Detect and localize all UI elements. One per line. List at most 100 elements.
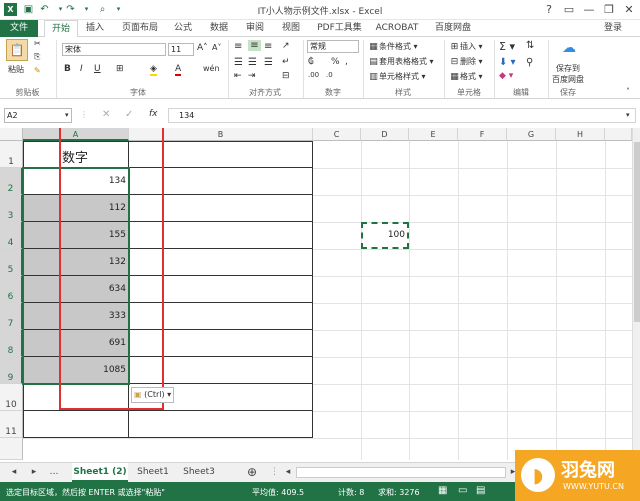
horizontal-scrollbar[interactable]: [296, 467, 506, 478]
decrease-indent-icon[interactable]: ⇤: [234, 71, 242, 81]
tab-view[interactable]: 视图: [276, 20, 306, 37]
row-header-9[interactable]: 9: [0, 357, 23, 384]
orientation-icon[interactable]: ↗: [282, 41, 290, 51]
cell-a3[interactable]: 112: [23, 195, 129, 222]
cell-a2[interactable]: 134: [23, 168, 129, 195]
row-header-1[interactable]: 1: [0, 141, 23, 168]
tab-splitter-icon[interactable]: ⋮: [270, 463, 279, 482]
cell-a6[interactable]: 634: [23, 276, 129, 303]
tab-file[interactable]: 文件: [0, 20, 38, 37]
autosum-icon[interactable]: Σ ▾: [499, 40, 515, 53]
help-button[interactable]: ?: [540, 2, 558, 18]
save-to-baidu-label-1[interactable]: 保存到: [556, 63, 580, 74]
align-right-icon[interactable]: ☰: [264, 57, 273, 68]
row-header-2[interactable]: 2: [0, 168, 23, 195]
number-format-select[interactable]: 常规: [307, 40, 359, 53]
row-header-7[interactable]: 7: [0, 303, 23, 330]
font-size-select[interactable]: 11: [168, 43, 194, 56]
scroll-left-icon[interactable]: ◂: [283, 463, 293, 482]
normal-view-icon[interactable]: ▦: [438, 485, 447, 496]
row-header-5[interactable]: 5: [0, 249, 23, 276]
column-header-b[interactable]: B: [129, 128, 313, 141]
comma-style-icon[interactable]: ,: [345, 57, 348, 67]
page-break-view-icon[interactable]: ▤: [476, 485, 485, 496]
cell-a7[interactable]: 333: [23, 303, 129, 330]
phonetic-icon[interactable]: wén: [203, 64, 220, 73]
restore-button[interactable]: ❐: [600, 2, 618, 18]
merge-center-icon[interactable]: ⊟: [282, 71, 290, 81]
cell-b8[interactable]: [129, 330, 313, 357]
decrease-font-icon[interactable]: A˅: [212, 43, 221, 52]
cell-a4[interactable]: 155: [23, 222, 129, 249]
cell-b2[interactable]: [129, 168, 313, 195]
sheet-tab-1[interactable]: Sheet1: [132, 463, 174, 482]
cell-a9[interactable]: 1085: [23, 357, 129, 384]
tab-pdf-tools[interactable]: PDF工具集: [312, 20, 367, 37]
row-header-3[interactable]: 3: [0, 195, 23, 222]
column-header-h[interactable]: H: [556, 128, 605, 141]
accounting-format-icon[interactable]: ₲: [308, 57, 314, 67]
collapse-ribbon-icon[interactable]: ˄: [626, 87, 630, 96]
cell-d4[interactable]: 100: [361, 222, 409, 249]
name-box-dropdown-icon[interactable]: ▾: [65, 111, 69, 119]
login-link[interactable]: 登录: [598, 20, 628, 37]
cell-b9[interactable]: [129, 357, 313, 384]
cell-a10[interactable]: [23, 384, 129, 411]
cut-icon[interactable]: ✂: [34, 39, 41, 48]
paste-button[interactable]: 粘贴: [8, 64, 24, 75]
cell-styles-button[interactable]: ▥单元格样式 ▾: [368, 71, 425, 83]
cell-b3[interactable]: [129, 195, 313, 222]
column-header-c[interactable]: C: [313, 128, 361, 141]
border-icon[interactable]: ⊞: [116, 64, 124, 74]
tab-home[interactable]: 开始: [44, 20, 78, 38]
fill-color-icon[interactable]: ◈: [150, 64, 157, 76]
underline-icon[interactable]: U: [94, 64, 101, 74]
cell-a1[interactable]: 数字: [23, 141, 129, 168]
more-sheets-icon[interactable]: …: [48, 463, 60, 482]
cell-b7[interactable]: [129, 303, 313, 330]
expand-formula-bar-icon[interactable]: ▾: [626, 111, 630, 119]
increase-indent-icon[interactable]: ⇥: [248, 71, 256, 81]
ribbon-display-options-icon[interactable]: ▭: [560, 2, 578, 18]
cell-b4[interactable]: [129, 222, 313, 249]
format-as-table-button[interactable]: ▤套用表格格式 ▾: [368, 56, 433, 68]
insert-function-button[interactable]: fx: [149, 109, 158, 119]
cell-b11[interactable]: [129, 411, 313, 438]
bold-icon[interactable]: B: [64, 64, 71, 74]
name-box[interactable]: A2: [4, 108, 72, 123]
percent-icon[interactable]: %: [331, 57, 340, 67]
copy-icon[interactable]: ⎘: [34, 52, 40, 62]
tab-acrobat[interactable]: ACROBAT: [372, 20, 422, 37]
font-color-icon[interactable]: A: [175, 64, 182, 76]
column-header-f[interactable]: F: [458, 128, 507, 141]
vertical-scrollbar[interactable]: [632, 128, 640, 462]
tab-page-layout[interactable]: 页面布局: [115, 20, 165, 37]
font-name-select[interactable]: 宋体: [62, 43, 166, 56]
italic-icon[interactable]: I: [80, 64, 83, 74]
confirm-entry-icon[interactable]: ✓: [125, 109, 133, 120]
cancel-entry-icon[interactable]: ✕: [102, 109, 110, 120]
column-header-d[interactable]: D: [361, 128, 409, 141]
cell-b1[interactable]: [129, 141, 313, 168]
next-sheet-icon[interactable]: ▸: [28, 463, 40, 482]
column-header-e[interactable]: E: [409, 128, 458, 141]
cell-a11[interactable]: [23, 411, 129, 438]
cell-b6[interactable]: [129, 276, 313, 303]
select-all-corner[interactable]: [0, 128, 23, 141]
formula-input[interactable]: 134: [168, 108, 636, 123]
save-to-baidu-label-2[interactable]: 百度网盘: [552, 74, 584, 85]
sheet-tab-1-2[interactable]: Sheet1 (2): [72, 463, 128, 482]
paste-options-button[interactable]: ▣ (Ctrl) ▾: [131, 387, 174, 403]
wrap-text-icon[interactable]: ↵: [282, 57, 290, 67]
cell-a8[interactable]: 691: [23, 330, 129, 357]
worksheet-grid[interactable]: A B C D E F G H 1 2 3 4 5 6 7 8 9 10 11 …: [0, 128, 632, 460]
decrease-decimal-icon[interactable]: .0: [326, 71, 333, 79]
sheet-tab-3[interactable]: Sheet3: [178, 463, 220, 482]
add-sheet-icon[interactable]: ⊕: [244, 463, 260, 482]
align-middle-icon[interactable]: ≡: [248, 40, 261, 51]
tab-data[interactable]: 数据: [204, 20, 234, 37]
format-cells-button[interactable]: ▦格式 ▾: [449, 71, 482, 83]
align-left-icon[interactable]: ☰: [234, 57, 243, 68]
baidu-cloud-icon[interactable]: ☁: [558, 40, 580, 60]
row-header-6[interactable]: 6: [0, 276, 23, 303]
